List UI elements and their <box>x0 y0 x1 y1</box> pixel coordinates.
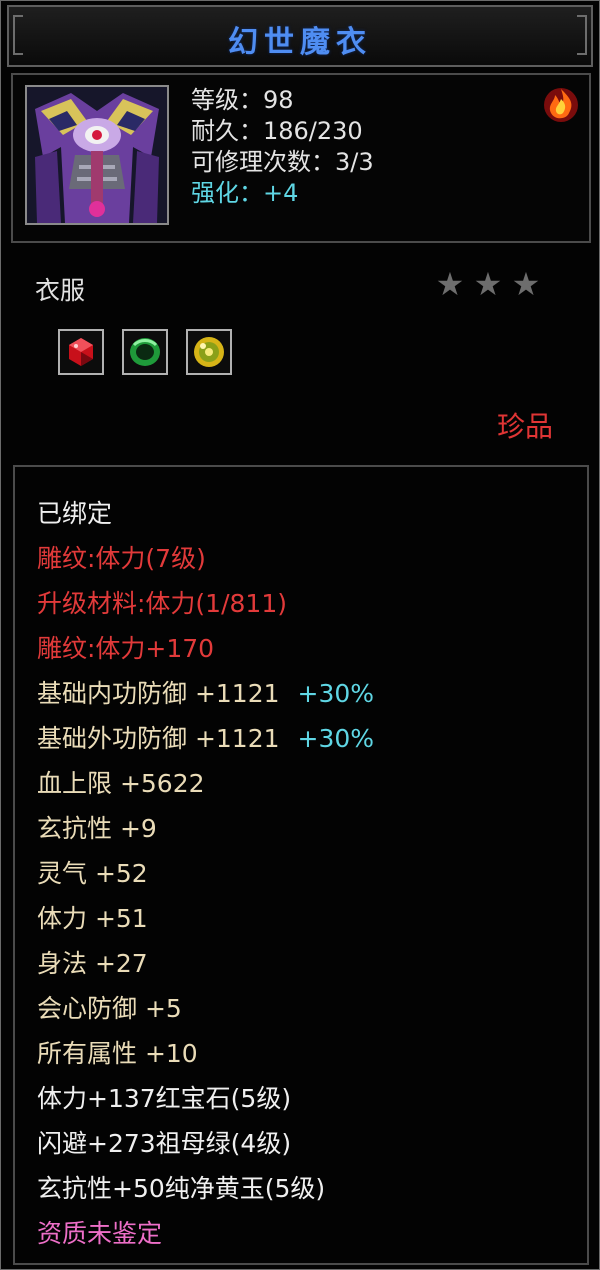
attribute-bonus: +30% <box>297 679 375 708</box>
gem-sockets <box>58 329 245 375</box>
item-level: 等级：98 <box>191 86 294 114</box>
attribute-line: 身法 +27 <box>37 949 148 978</box>
item-repair-count: 可修理次数：3/3 <box>191 148 374 176</box>
attribute-line: 雕纹:体力(7级) <box>37 544 206 573</box>
attribute-bonus: +30% <box>297 724 375 753</box>
attribute-line: 升级材料:体力(1/811) <box>37 589 287 618</box>
star-icon: ★ <box>473 265 503 303</box>
yellow-jade-gem-icon <box>194 337 225 367</box>
attribute-line: 血上限 +5622 <box>37 769 205 798</box>
attribute-line: 玄抗性 +9 <box>37 814 157 843</box>
gem-slot-1[interactable] <box>58 329 104 375</box>
item-name: 幻世魔衣 <box>228 25 372 60</box>
item-enhancement: 强化：+4 <box>191 179 299 207</box>
attribute-line: 闪避+273祖母绿(4级) <box>37 1129 292 1158</box>
title-bar: 幻世魔衣 <box>7 5 593 67</box>
star-icon: ★ <box>435 265 465 303</box>
attributes-panel: 已绑定 雕纹:体力(7级) 升级材料:体力(1/811) 雕纹:体力+170 基… <box>13 465 589 1265</box>
item-info-panel: 等级：98 耐久：186/230 可修理次数：3/3 强化：+4 <box>11 73 591 243</box>
attribute-line: 基础内功防御 +1121 +30% <box>37 679 375 708</box>
fire-emblem-icon <box>544 88 578 122</box>
rarity-label: 珍品 <box>496 410 553 443</box>
attribute-line: 体力 +51 <box>37 904 148 933</box>
ruby-gem-icon <box>69 338 93 366</box>
star-icon: ★ <box>511 265 541 303</box>
attribute-line: 所有属性 +10 <box>37 1039 198 1068</box>
attribute-line: 资质未鉴定 <box>37 1219 163 1248</box>
attribute-list: 已绑定 雕纹:体力(7级) 升级材料:体力(1/811) 雕纹:体力+170 基… <box>37 491 374 1256</box>
item-type: 衣服 <box>35 276 86 305</box>
attribute-line: 玄抗性+50纯净黄玉(5级) <box>37 1174 326 1203</box>
gem-slot-2[interactable] <box>122 329 169 375</box>
armor-robe-icon <box>27 87 167 223</box>
star-rating: ★ ★ ★ <box>431 265 545 303</box>
attribute-line: 基础外功防御 +1121 +30% <box>37 724 375 753</box>
attribute-line: 已绑定 <box>37 499 113 528</box>
attribute-line: 灵气 +52 <box>37 859 148 888</box>
item-portrait <box>25 85 169 225</box>
gem-slot-3[interactable] <box>186 329 233 375</box>
attribute-line: 会心防御 +5 <box>37 994 182 1023</box>
item-stats: 等级：98 耐久：186/230 可修理次数：3/3 强化：+4 <box>191 85 374 209</box>
attribute-line: 雕纹:体力+170 <box>37 634 215 663</box>
attribute-line: 体力+137红宝石(5级) <box>37 1084 292 1113</box>
item-tooltip: 幻世魔衣 等级：98 耐久：186/230 可修理次数：3/3 强化：+4 衣服… <box>0 0 600 1270</box>
item-durability: 耐久：186/230 <box>191 117 363 145</box>
emerald-gem-icon <box>130 338 161 366</box>
